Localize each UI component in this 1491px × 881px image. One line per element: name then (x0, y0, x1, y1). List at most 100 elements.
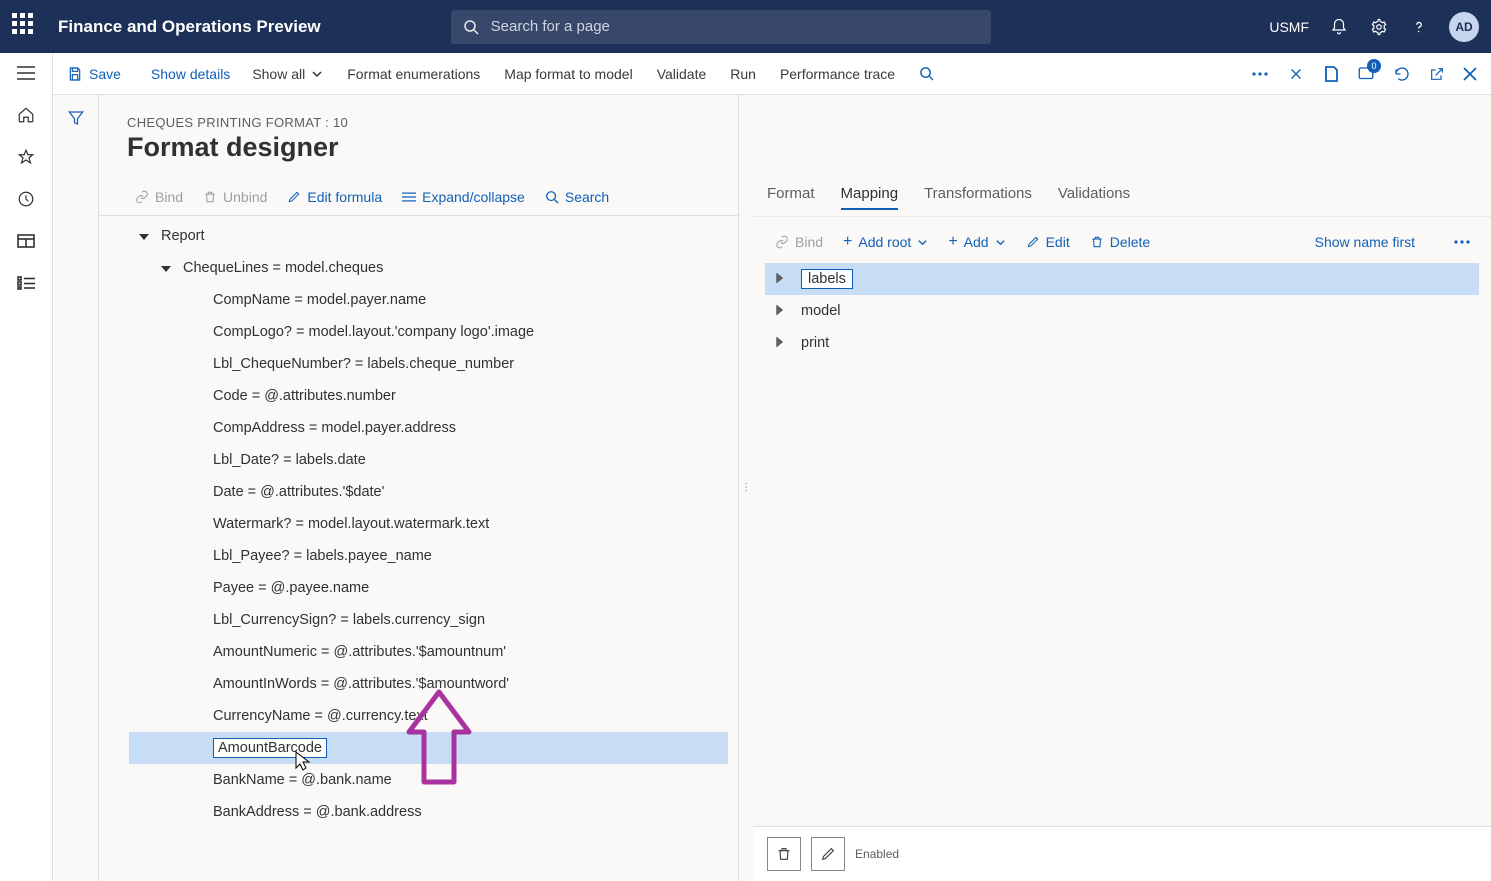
tree-node-label: AmountInWords = @.attributes.'$amountwor… (213, 676, 509, 692)
app-launcher-icon[interactable] (12, 13, 40, 41)
performance-trace-button[interactable]: Performance trace (770, 62, 905, 86)
popout-icon[interactable] (1429, 66, 1445, 82)
tab-format[interactable]: Format (767, 185, 815, 210)
plus-icon: + (948, 233, 957, 251)
search-icon (463, 19, 479, 35)
tree-node[interactable]: Code = @.attributes.number (129, 380, 728, 412)
close-icon[interactable] (1463, 67, 1477, 81)
rp-delete-button[interactable]: Delete (1082, 232, 1158, 252)
tree-node[interactable]: Lbl_CurrencySign? = labels.currency_sign (129, 604, 728, 636)
office-icon[interactable] (1323, 65, 1339, 83)
tree-node[interactable]: AmountInWords = @.attributes.'$amountwor… (129, 668, 728, 700)
property-bottom-bar: Enabled (753, 826, 1491, 881)
expander-closed-icon[interactable] (775, 303, 789, 319)
tree-node[interactable]: Lbl_ChequeNumber? = labels.cheque_number (129, 348, 728, 380)
expander-closed-icon[interactable] (775, 335, 789, 351)
messages-badge: 0 (1367, 59, 1381, 73)
messages-icon[interactable]: 0 (1357, 65, 1375, 83)
tree-node[interactable]: CompAddress = model.payer.address (129, 412, 728, 444)
tree-node-label: AmountNumeric = @.attributes.'$amountnum… (213, 644, 506, 660)
datasource-tree[interactable]: labels model print (753, 259, 1491, 363)
favorite-star-icon[interactable] (16, 147, 36, 167)
edit-property-button[interactable] (811, 837, 845, 871)
tab-validations[interactable]: Validations (1058, 185, 1130, 210)
datasource-node-label: model (801, 303, 841, 319)
legal-entity-label[interactable]: USMF (1269, 19, 1309, 35)
add-button[interactable]: + Add (940, 231, 1013, 253)
run-button[interactable]: Run (720, 62, 766, 86)
tree-node[interactable]: Watermark? = model.layout.watermark.text (129, 508, 728, 540)
tree-node-label: Payee = @.payee.name (213, 580, 369, 596)
avatar[interactable]: AD (1449, 12, 1479, 42)
plus-icon: + (843, 233, 852, 251)
tree-node[interactable]: Lbl_Payee? = labels.payee_name (129, 540, 728, 572)
datasource-node[interactable]: labels (765, 263, 1479, 295)
tree-node[interactable]: AmountNumeric = @.attributes.'$amountnum… (129, 636, 728, 668)
tree-node[interactable]: Report (129, 220, 728, 252)
modules-list-icon[interactable] (16, 273, 36, 293)
tree-node-label: CompName = model.payer.name (213, 292, 426, 308)
tree-node-label: CompAddress = model.payer.address (213, 420, 456, 436)
tree-toolbar: Bind Unbind Edit formula Expand/col (99, 169, 738, 215)
refresh-icon[interactable] (1393, 65, 1411, 83)
pane-splitter[interactable]: ⫶ (739, 95, 753, 881)
hamburger-icon[interactable] (16, 63, 36, 83)
workspace-tile-icon[interactable] (16, 231, 36, 251)
tree-node[interactable]: BankName = @.bank.name (129, 764, 728, 796)
search-icon (545, 190, 559, 204)
trash-icon (1090, 235, 1104, 249)
notification-bell-icon[interactable] (1329, 17, 1349, 37)
toolbar-search-icon[interactable] (909, 62, 944, 85)
expand-collapse-button[interactable]: Expand/collapse (394, 187, 533, 207)
tree-node[interactable]: AmountBarcode (129, 732, 728, 764)
settings-gear-icon[interactable] (1369, 17, 1389, 37)
tab-transformations[interactable]: Transformations (924, 185, 1032, 210)
map-format-to-model-button[interactable]: Map format to model (494, 62, 642, 86)
chevron-down-icon (311, 68, 323, 80)
mapping-toolbar: Bind + Add root + Add (753, 216, 1491, 259)
show-details-link[interactable]: Show details (143, 62, 238, 86)
add-root-button[interactable]: + Add root (835, 231, 936, 253)
rp-more-icon[interactable] (1445, 237, 1479, 247)
format-tree[interactable]: ReportChequeLines = model.cheques CompNam… (99, 215, 738, 881)
format-enumerations-button[interactable]: Format enumerations (337, 62, 490, 86)
more-options-icon[interactable] (1251, 71, 1269, 77)
search-input[interactable]: Search for a page (451, 10, 991, 44)
home-icon[interactable] (16, 105, 36, 125)
tree-node-label: CompLogo? = model.layout.'company logo'.… (213, 324, 534, 340)
edit-formula-button[interactable]: Edit formula (279, 187, 390, 207)
datasource-node[interactable]: print (765, 327, 1479, 359)
attach-icon[interactable] (1287, 65, 1305, 83)
delete-property-button[interactable] (767, 837, 801, 871)
tree-search-button[interactable]: Search (537, 187, 617, 207)
recent-clock-icon[interactable] (16, 189, 36, 209)
help-icon[interactable] (1409, 17, 1429, 37)
tree-node-label: Lbl_ChequeNumber? = labels.cheque_number (213, 356, 514, 372)
filter-funnel-icon[interactable] (67, 109, 85, 881)
datasource-node[interactable]: model (765, 295, 1479, 327)
search-placeholder: Search for a page (491, 18, 610, 35)
tab-mapping[interactable]: Mapping (841, 185, 899, 210)
link-icon (135, 190, 149, 204)
tree-node[interactable]: CurrencyName = @.currency.text (129, 700, 728, 732)
expander-closed-icon[interactable] (775, 271, 789, 287)
show-name-first-link[interactable]: Show name first (1307, 232, 1423, 252)
rp-edit-button[interactable]: Edit (1018, 232, 1078, 252)
validate-button[interactable]: Validate (647, 62, 717, 86)
expander-open-icon[interactable] (139, 231, 153, 241)
tree-node[interactable]: CompName = model.payer.name (129, 284, 728, 316)
tree-node-label: Lbl_Payee? = labels.payee_name (213, 548, 432, 564)
tree-node[interactable]: Lbl_Date? = labels.date (129, 444, 728, 476)
show-all-dropdown[interactable]: Show all (242, 62, 333, 86)
expander-open-icon[interactable] (161, 263, 175, 273)
tree-node[interactable]: Date = @.attributes.'$date' (129, 476, 728, 508)
chevron-down-icon (995, 237, 1006, 248)
tree-node[interactable]: Payee = @.payee.name (129, 572, 728, 604)
tree-node-label: BankName = @.bank.name (213, 772, 392, 788)
chevron-down-icon (917, 237, 928, 248)
tree-node[interactable]: ChequeLines = model.cheques (129, 252, 728, 284)
tree-node[interactable]: BankAddress = @.bank.address (129, 796, 728, 828)
save-button[interactable]: Save (67, 66, 121, 82)
tree-node[interactable]: CompLogo? = model.layout.'company logo'.… (129, 316, 728, 348)
tree-node-label: Code = @.attributes.number (213, 388, 396, 404)
